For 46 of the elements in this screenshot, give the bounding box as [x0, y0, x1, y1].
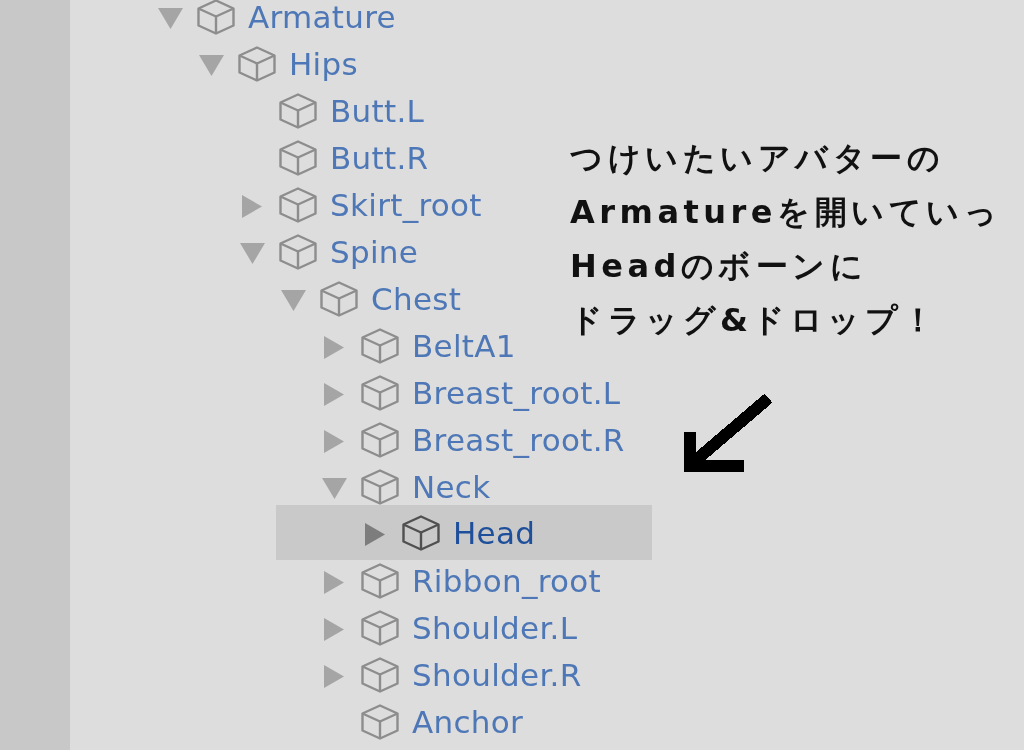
caret-right-icon[interactable] — [242, 195, 262, 218]
cube-icon — [279, 92, 317, 129]
tree-item-label[interactable]: Neck — [412, 466, 491, 507]
cube-icon — [197, 0, 235, 35]
caret-down-icon[interactable] — [281, 290, 306, 311]
caret-right-icon[interactable] — [324, 618, 344, 641]
tree-item-label[interactable]: BeltA1 — [412, 325, 516, 366]
cube-icon — [361, 703, 399, 740]
tree-item-label[interactable]: Shoulder.R — [412, 654, 582, 695]
tree-item-label[interactable]: Spine — [330, 231, 419, 272]
caret-right-icon[interactable] — [324, 430, 344, 453]
cube-icon — [361, 374, 399, 411]
caret-right-icon[interactable] — [324, 336, 344, 359]
cube-icon — [361, 562, 399, 599]
caret-right-icon[interactable] — [324, 571, 344, 594]
cube-icon — [402, 514, 440, 551]
cube-icon — [279, 139, 317, 176]
tree-item-label[interactable]: Butt.R — [330, 137, 429, 178]
cube-icon — [361, 656, 399, 693]
cube-icon — [361, 327, 399, 364]
annotation-text: つけいたいアバターの Armatureを開いていっ Headのボーンに ドラッグ&ドロップ！ — [570, 138, 1002, 341]
cube-icon — [279, 233, 317, 270]
tree-item-label[interactable]: Ribbon_root — [412, 560, 602, 601]
caret-down-icon[interactable] — [322, 478, 347, 499]
cube-icon — [361, 468, 399, 505]
cube-icon — [279, 186, 317, 223]
tree-item-label[interactable]: Head — [453, 512, 536, 553]
caret-down-icon[interactable] — [199, 55, 224, 76]
tree-item-label[interactable]: Shoulder.L — [412, 607, 578, 648]
caret-down-icon[interactable] — [158, 8, 183, 29]
caret-down-icon[interactable] — [240, 243, 265, 264]
tree-item-label[interactable]: Breast_root.R — [412, 419, 625, 460]
tree-item-label[interactable]: Armature — [248, 0, 396, 37]
caret-right-icon[interactable] — [324, 383, 344, 406]
caret-right-icon[interactable] — [365, 523, 385, 546]
tree-item-label[interactable]: Skirt_root — [330, 184, 482, 225]
cube-icon — [320, 280, 358, 317]
tree-item-label[interactable]: Breast_root.L — [412, 372, 621, 413]
tree-item-label[interactable]: Hips — [289, 43, 358, 84]
tree-item-label[interactable]: Anchor — [412, 701, 524, 742]
caret-right-icon[interactable] — [324, 665, 344, 688]
cube-icon — [361, 609, 399, 646]
tree-item-label[interactable]: Butt.L — [330, 90, 425, 131]
cube-icon — [238, 45, 276, 82]
cube-icon — [361, 421, 399, 458]
tree-item-label[interactable]: Chest — [371, 278, 462, 319]
